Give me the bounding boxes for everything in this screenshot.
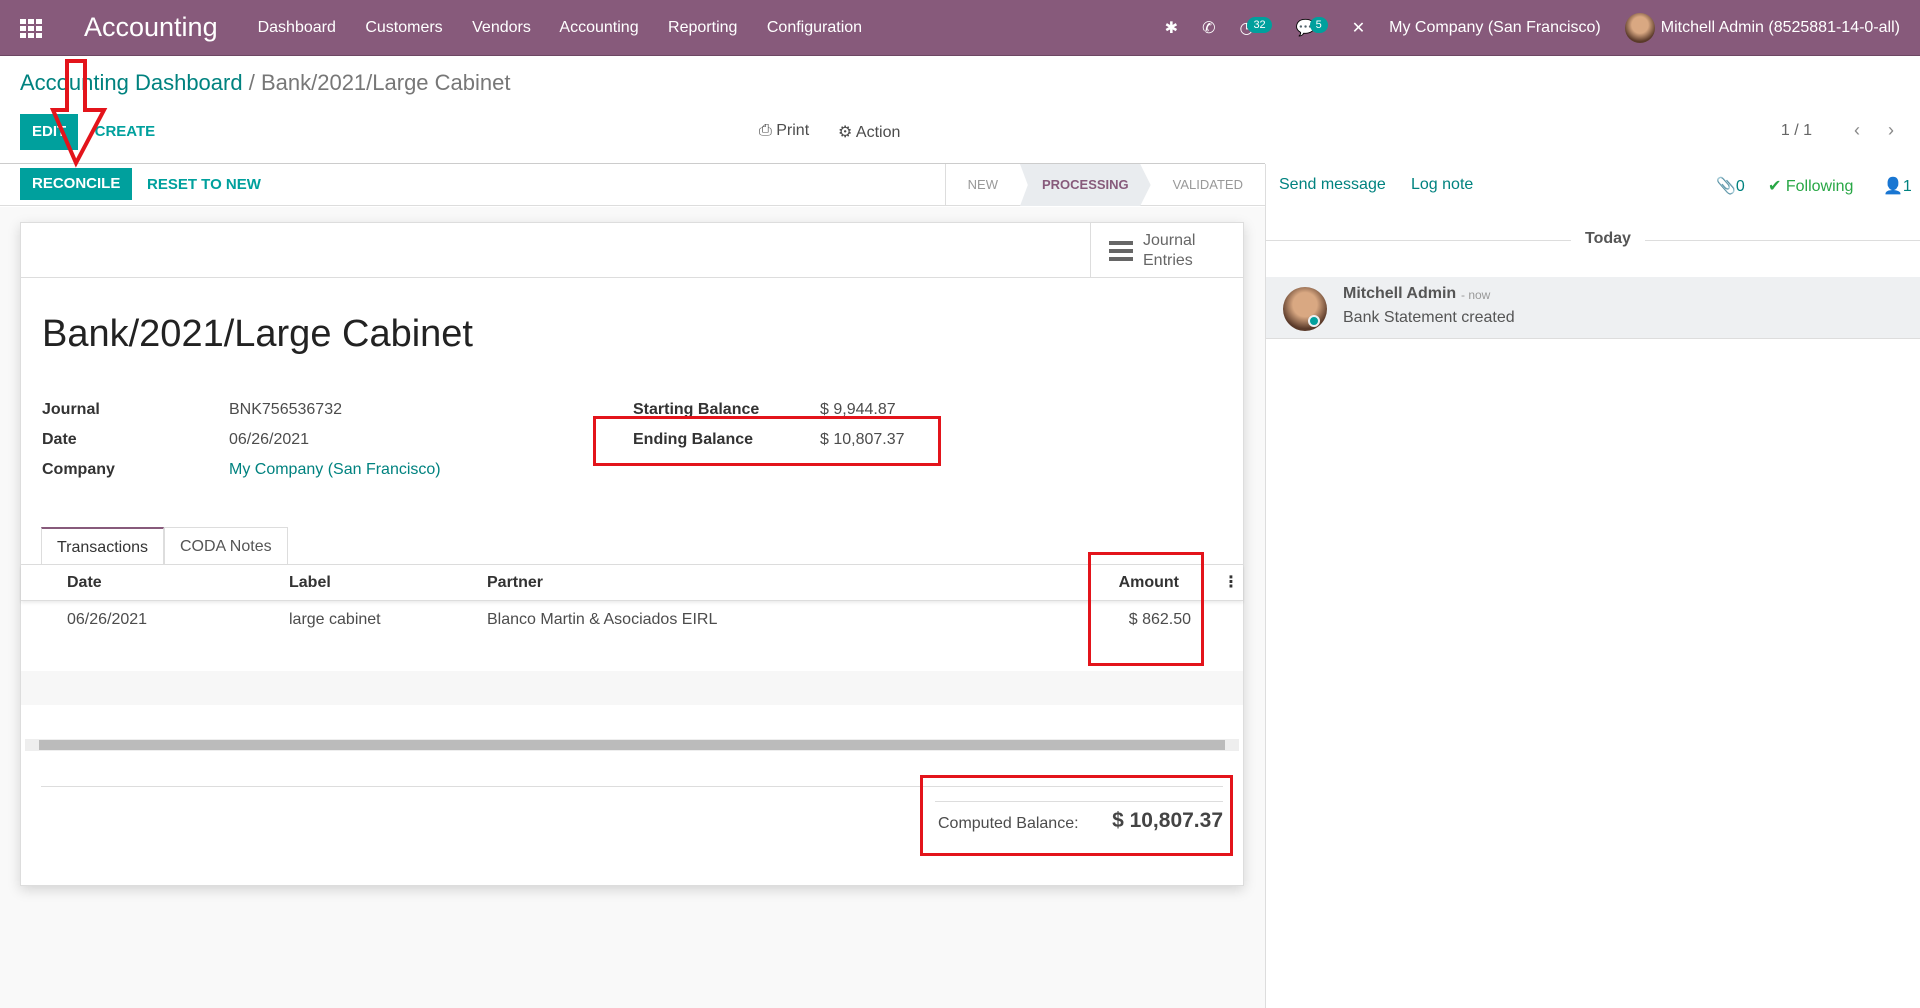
journal-entries-line2: Entries bbox=[1143, 251, 1193, 269]
record-title: Bank/2021/Large Cabinet bbox=[42, 313, 473, 355]
row-partner: Blanco Martin & Asociados EIRL bbox=[487, 611, 718, 628]
journal-entries-button[interactable]: Journal Entries bbox=[1090, 223, 1243, 278]
check-icon: ✔ bbox=[1768, 178, 1786, 195]
list-icon bbox=[1109, 240, 1133, 261]
activity-button[interactable]: ◷32 bbox=[1239, 17, 1272, 38]
col-label[interactable]: Label bbox=[289, 565, 331, 601]
phone-icon[interactable]: ✆ bbox=[1202, 18, 1215, 38]
user-name: Mitchell Admin (8525881-14-0-all) bbox=[1660, 19, 1900, 37]
annotation-amount-box bbox=[1088, 552, 1204, 666]
print-button[interactable]: ⎙ Print bbox=[759, 122, 809, 140]
message-time: - now bbox=[1461, 288, 1491, 302]
message-body: Bank Statement created bbox=[1343, 309, 1515, 326]
col-partner[interactable]: Partner bbox=[487, 565, 543, 601]
menu-dashboard[interactable]: Dashboard bbox=[258, 19, 336, 36]
attachment-count: 0 bbox=[1735, 178, 1745, 195]
message-author[interactable]: Mitchell Admin bbox=[1343, 285, 1456, 303]
pager[interactable]: 1 / 1 bbox=[1781, 122, 1812, 140]
journal-entries-line1: Journal bbox=[1143, 231, 1196, 249]
follower-count: 1 bbox=[1902, 178, 1912, 195]
tab-transactions[interactable]: Transactions bbox=[41, 527, 164, 565]
message-avatar bbox=[1283, 287, 1327, 331]
user-menu[interactable]: Mitchell Admin (8525881-14-0-all) bbox=[1624, 13, 1900, 43]
journal-value: BNK756536732 bbox=[229, 401, 342, 418]
col-date[interactable]: Date bbox=[67, 565, 102, 601]
pager-next-icon[interactable]: › bbox=[1888, 120, 1894, 141]
attachments-button[interactable]: 📎0 bbox=[1716, 176, 1745, 196]
user-icon: 👤 bbox=[1883, 178, 1903, 195]
annotation-arrow-icon bbox=[49, 59, 108, 168]
log-note-button[interactable]: Log note bbox=[1411, 176, 1473, 194]
avatar bbox=[1624, 13, 1655, 43]
printer-icon: ⎙ bbox=[759, 122, 777, 139]
reconcile-button[interactable]: RECONCILE bbox=[20, 168, 133, 200]
row-date: 06/26/2021 bbox=[67, 611, 148, 628]
breadcrumb-separator: / bbox=[248, 70, 255, 95]
tools-icon[interactable]: ✕ bbox=[1352, 18, 1365, 38]
breadcrumb-current: Bank/2021/Large Cabinet bbox=[260, 70, 511, 95]
status-processing[interactable]: PROCESSING bbox=[1019, 164, 1151, 206]
following-label: Following bbox=[1785, 178, 1854, 195]
send-message-button[interactable]: Send message bbox=[1279, 176, 1386, 194]
tab-coda-notes[interactable]: CODA Notes bbox=[164, 527, 288, 565]
online-status-icon bbox=[1308, 315, 1320, 327]
status-bar: RECONCILE RESET TO NEW NEW PROCESSING VA… bbox=[0, 164, 1265, 206]
date-separator: Today bbox=[1571, 230, 1645, 248]
menu-reporting[interactable]: Reporting bbox=[668, 19, 737, 36]
apps-menu-icon[interactable] bbox=[20, 18, 42, 38]
chatter-message: Mitchell Admin - now Bank Statement crea… bbox=[1266, 277, 1920, 339]
reset-to-new-button[interactable]: RESET TO NEW bbox=[147, 176, 261, 193]
horizontal-scrollbar[interactable] bbox=[25, 739, 1239, 751]
status-new[interactable]: NEW bbox=[946, 164, 1020, 206]
menu-accounting[interactable]: Accounting bbox=[559, 19, 638, 36]
annotation-ending-balance-box bbox=[593, 416, 941, 466]
menu-configuration[interactable]: Configuration bbox=[767, 19, 862, 36]
following-button[interactable]: ✔ Following bbox=[1768, 176, 1853, 196]
date-value: 06/26/2021 bbox=[229, 431, 310, 448]
action-button[interactable]: ⚙ Action bbox=[838, 122, 900, 142]
menu-customers[interactable]: Customers bbox=[365, 19, 442, 36]
date-label: Date bbox=[42, 431, 77, 448]
messages-button[interactable]: 💬5 bbox=[1296, 17, 1328, 38]
message-badge: 5 bbox=[1309, 17, 1328, 33]
activity-badge: 32 bbox=[1247, 17, 1272, 33]
annotation-computed-balance-box bbox=[920, 775, 1233, 856]
chatter: Send message Log note 📎0 ✔ Following 👤1 … bbox=[1265, 164, 1920, 1008]
app-title[interactable]: Accounting bbox=[84, 12, 218, 43]
print-label: Print bbox=[776, 122, 810, 139]
table-row[interactable]: 06/26/2021 large cabinet Blanco Martin &… bbox=[21, 603, 1243, 637]
paperclip-icon: 📎 bbox=[1716, 178, 1736, 195]
top-navbar: Accounting Dashboard Customers Vendors A… bbox=[0, 0, 1920, 56]
company-label: Company bbox=[42, 461, 115, 478]
company-switcher[interactable]: My Company (San Francisco) bbox=[1389, 19, 1601, 37]
row-label: large cabinet bbox=[289, 611, 381, 628]
status-validated[interactable]: VALIDATED bbox=[1151, 164, 1265, 206]
followers-button[interactable]: 👤1 bbox=[1883, 176, 1912, 196]
journal-label: Journal bbox=[42, 401, 100, 418]
action-label: Action bbox=[855, 124, 901, 141]
bug-icon[interactable]: ✱ bbox=[1165, 18, 1178, 38]
menu-vendors[interactable]: Vendors bbox=[472, 19, 531, 36]
gear-icon: ⚙ bbox=[838, 124, 856, 141]
pager-prev-icon[interactable]: ‹ bbox=[1854, 120, 1860, 141]
column-options-icon[interactable]: ⋮ bbox=[1223, 565, 1239, 601]
table-header: Date Label Partner Amount ⋮ bbox=[21, 565, 1243, 601]
company-link[interactable]: My Company (San Francisco) bbox=[229, 461, 441, 479]
